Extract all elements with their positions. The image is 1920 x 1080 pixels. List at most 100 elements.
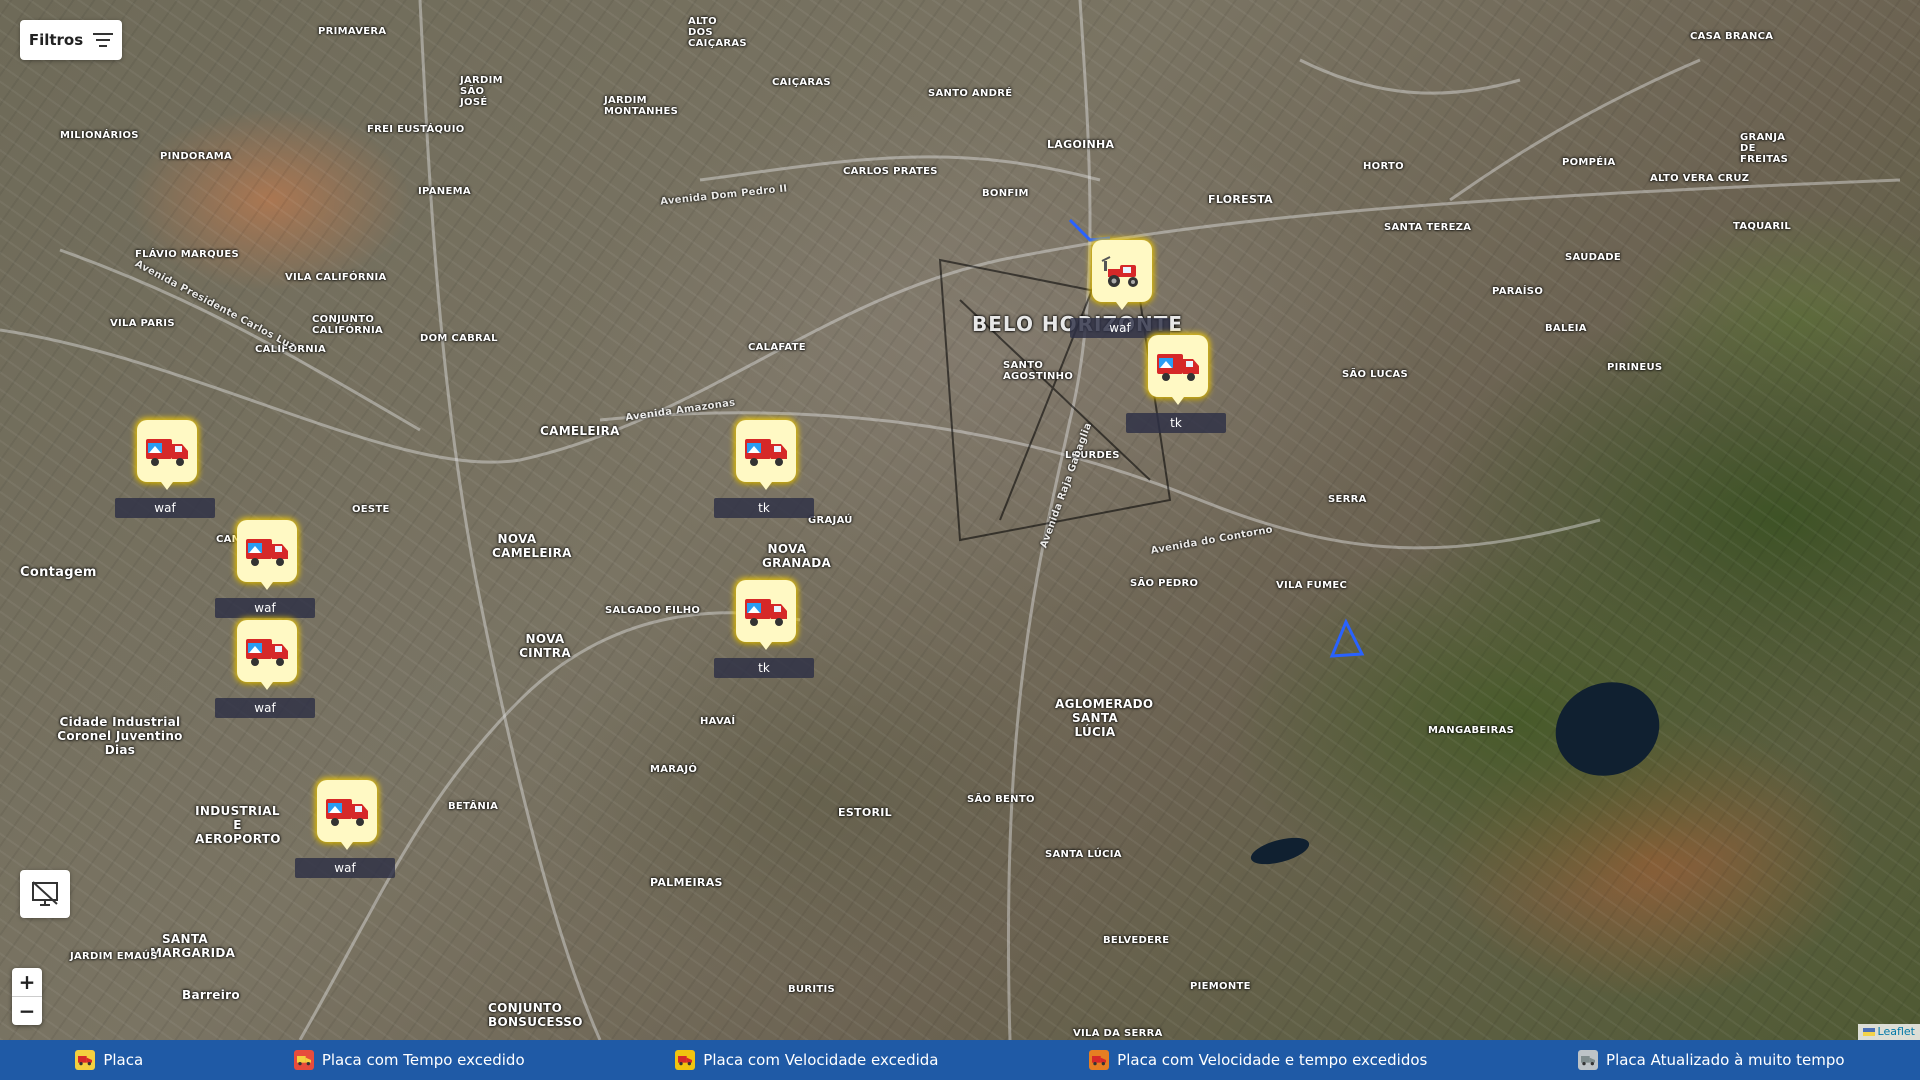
place-label: BETÂNIA [448,801,499,812]
vehicle-marker[interactable]: waf [215,620,315,720]
legend-item-atualizado: Placa Atualizado à muito tempo [1578,1050,1845,1070]
place-label: Contagem [20,565,97,580]
place-label: SALGADO FILHO [605,605,701,616]
screen-off-icon [32,881,58,906]
place-label: BONFIM [982,188,1029,199]
place-label: JARDIM EMAÚS [70,951,158,962]
place-label: DOM CABRAL [420,333,498,344]
zoom-control: + − [12,968,42,1025]
marker-label: tk [714,658,814,678]
legend-label: Placa com Tempo excedido [321,1051,525,1069]
place-label: CONJUNTO CALIFÓRNIA [312,314,384,336]
attribution-link[interactable]: Leaflet [1878,1025,1915,1038]
legend-item-placa: Placa [75,1050,143,1070]
truck-icon [1089,1050,1110,1070]
place-label: BELVEDERE [1103,935,1170,946]
truck-icon [736,580,796,650]
marker-label: waf [295,858,395,878]
truck-icon [317,780,377,850]
marker-label: tk [1126,413,1226,433]
vehicle-marker[interactable]: tk [714,580,814,680]
place-label: JARDIM MONTANHES [604,95,679,117]
place-label: Cidade Industrial Coronel Juventino Dias [57,715,183,757]
place-label: IPANEMA [418,186,471,197]
legend-bar: Placa Placa com Tempo excedido Placa com… [0,1040,1920,1080]
place-label: VILA FUMEC [1276,580,1348,591]
place-label: TAQUARIL [1733,221,1792,232]
filters-label: Filtros [28,31,84,49]
place-label: FLORESTA [1208,193,1273,206]
place-label: VILA DA SERRA [1073,1028,1163,1039]
legend-item-velocidade-tempo: Placa com Velocidade e tempo excedidos [1089,1050,1427,1070]
vehicle-marker[interactable]: tk [714,420,814,520]
truck-icon [237,620,297,690]
vehicle-marker[interactable]: tk [1126,335,1226,435]
place-label: CASA BRANCA [1690,31,1774,42]
place-label: AGLOMERADO SANTA LÚCIA [1055,697,1154,739]
place-label: HORTO [1363,161,1404,172]
truck-icon [675,1050,696,1070]
place-label: SÃO LUCAS [1342,369,1409,380]
place-label: FREI EUSTÁQUIO [367,124,465,135]
place-label: SERRA [1328,494,1367,505]
satellite-map[interactable]: PRIMAVERA ALTO DOS CAIÇARAS JARDIM SÃO J… [0,0,1920,1040]
place-label: BALEIA [1545,323,1587,334]
toggle-screen-button[interactable] [20,870,70,918]
legend-label: Placa [103,1051,144,1069]
vehicle-marker[interactable]: waf [295,780,395,880]
place-label: PARAÍSO [1492,286,1544,297]
place-label: NOVA GRANADA [762,542,832,570]
place-label: POMPÉIA [1562,157,1616,168]
place-label: NOVA CINTRA [519,632,571,660]
place-label: ALTO DOS CAIÇARAS [688,16,747,49]
marker-label: waf [215,698,315,718]
attribution[interactable]: Leaflet [1857,1024,1920,1040]
place-label: SANTO ANDRÉ [928,88,1013,99]
place-label: MANGABEIRAS [1428,725,1515,736]
legend-label: Placa com Velocidade e tempo excedidos [1117,1051,1428,1069]
filter-list-icon [93,33,114,47]
place-label: GRAJAÚ [808,515,853,526]
place-label: ALTO VERA CRUZ [1650,173,1750,184]
place-label: CONJUNTO BONSUCESSO [488,1001,583,1029]
place-label: PALMEIRAS [650,876,723,889]
place-label: SÃO BENTO [967,794,1035,805]
place-label: PIRINEUS [1607,362,1663,373]
place-label: FLÁVIO MARQUES [135,249,239,260]
legend-item-tempo: Placa com Tempo excedido [293,1050,525,1070]
place-label: LAGOINHA [1047,138,1115,151]
legend-label: Placa com Velocidade excedida [703,1051,939,1069]
vehicle-marker[interactable]: waf [115,420,215,520]
place-label: PINDORAMA [160,151,233,162]
place-label: SANTA TEREZA [1384,222,1472,233]
place-label: OESTE [352,504,390,515]
place-label: PRIMAVERA [318,26,387,37]
place-label: SANTA MARGARIDA [150,932,236,960]
legend-item-velocidade: Placa com Velocidade excedida [675,1050,939,1070]
vehicle-marker[interactable]: waf [1070,240,1170,340]
place-label: MARAJÓ [650,764,698,775]
place-label: NOVA CAMELEIRA [492,532,572,560]
zoom-in-button[interactable]: + [12,968,42,996]
place-label: VILA PARIS [110,318,175,329]
place-label: SANTA LÚCIA [1045,849,1122,860]
place-label: SANTO AGOSTINHO [1003,360,1074,382]
place-label: HAVAÍ [700,716,736,727]
place-label: CARLOS PRATES [843,166,938,177]
truck-icon [237,520,297,590]
place-label: CALAFATE [748,342,806,353]
truck-icon [75,1050,96,1070]
truck-icon [1578,1050,1599,1070]
truck-icon [1148,335,1208,405]
place-label: PIEMONTE [1190,981,1251,992]
place-label: SAUDADE [1565,252,1622,263]
marker-label: tk [714,498,814,518]
place-label: MILIONÁRIOS [60,130,139,141]
zoom-out-button[interactable]: − [12,996,42,1025]
ukraine-flag-icon [1862,1028,1875,1036]
vehicle-marker[interactable]: waf [215,520,315,620]
filters-button[interactable]: Filtros [20,20,122,60]
tractor-icon [1092,240,1152,310]
place-label: CAIÇARAS [772,77,831,88]
place-label: INDUSTRIAL E AEROPORTO [195,804,281,846]
